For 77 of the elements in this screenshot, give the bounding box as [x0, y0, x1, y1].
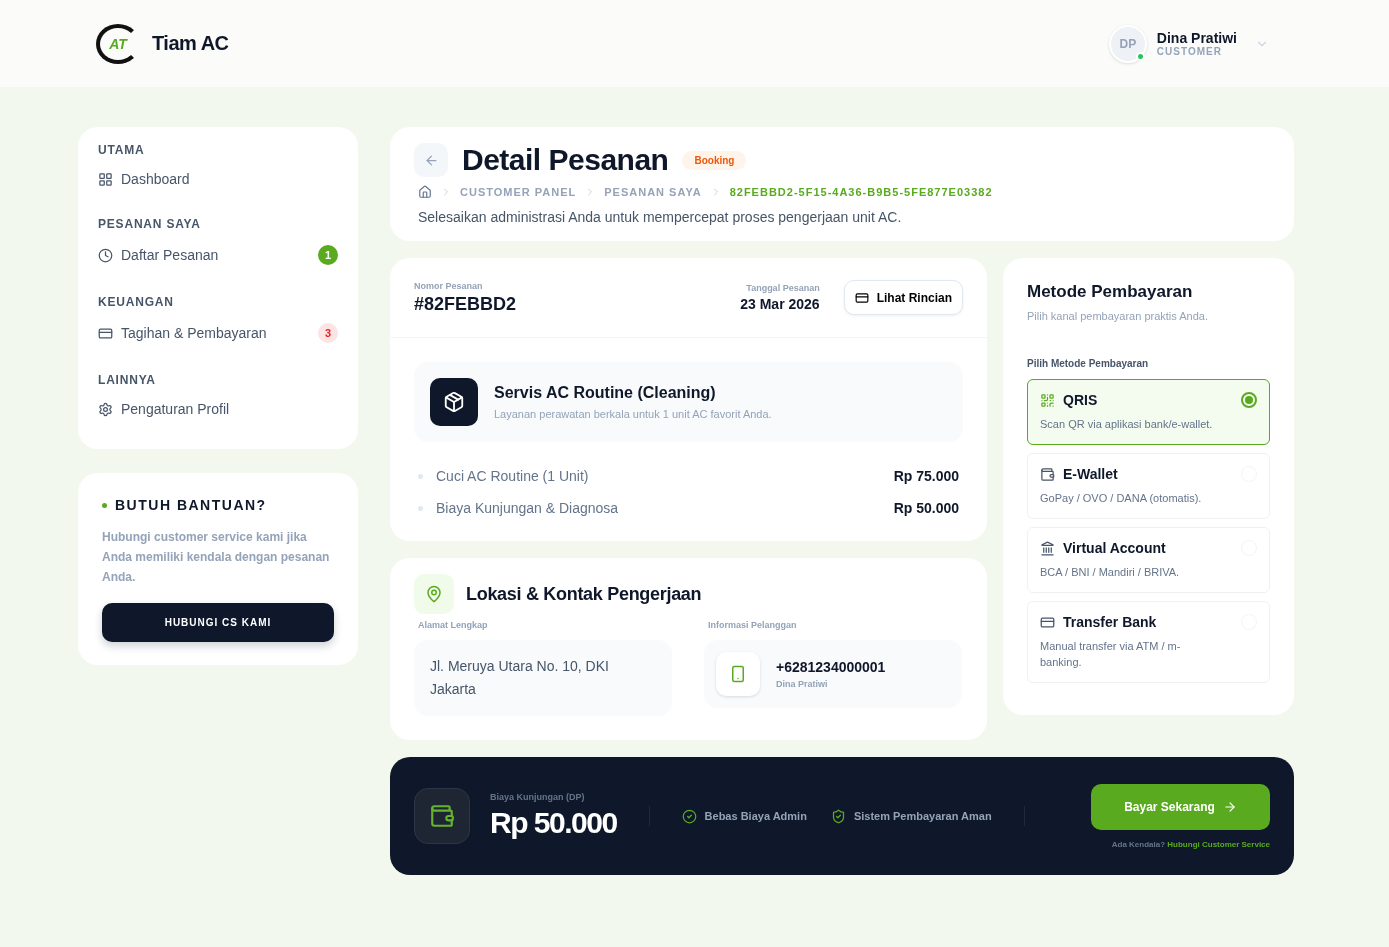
phone-icon	[716, 652, 760, 696]
order-number: #82FEBBD2	[414, 293, 518, 315]
sidebar-item[interactable]: Pengaturan Profil	[98, 401, 338, 417]
wallet-icon	[414, 788, 470, 844]
field-label: Alamat Lengkap	[418, 620, 489, 630]
avatar-initials: DP	[1119, 36, 1137, 51]
sidebar-item[interactable]: Dashboard	[98, 171, 338, 187]
sidebar-item[interactable]: Tagihan & Pembayaran 3	[98, 323, 338, 343]
user-role: CUSTOMER	[1156, 46, 1223, 57]
bullet-dot	[102, 502, 107, 508]
line-item-price: Rp 75.000	[893, 468, 959, 484]
field-label: Nomor Pesanan	[414, 280, 484, 291]
section-title: KEUANGAN	[98, 295, 175, 309]
service-name: Servis AC Routine (Cleaning)	[494, 384, 717, 402]
service-description: Layanan perawatan berkala untuk 1 unit AC favorit Anda.	[494, 408, 772, 420]
feature-icon	[681, 808, 697, 824]
method-description: GoPay / OVO / DANA (otomatis).	[1040, 491, 1203, 506]
method-icon	[1040, 466, 1055, 482]
back-button[interactable]	[414, 143, 448, 177]
method-description: Scan QR via aplikasi bank/e-wallet.	[1040, 417, 1214, 432]
section-title: LAINNYA	[98, 373, 157, 387]
field-label: Tanggal Pesanan	[745, 283, 820, 293]
field-label: Pilih Metode Pembayaran	[1027, 358, 1150, 369]
sidebar-item[interactable]: Daftar Pesanan 1	[98, 245, 338, 265]
feature-text: Bebas Biaya Admin	[704, 810, 807, 822]
bullet-dot	[418, 473, 423, 479]
page-subtitle: Selesaikan administrasi Anda untuk mempercepat proses pengerjaan unit AC.	[418, 209, 903, 225]
feature-text: Sistem Pembayaran Aman	[853, 810, 992, 822]
section-title: UTAMA	[98, 143, 146, 157]
radio-button[interactable]	[1241, 392, 1257, 408]
method-description: Manual transfer via ATM / m-banking.	[1040, 639, 1182, 670]
field-label: Informasi Pelanggan	[708, 620, 798, 630]
details-button[interactable]: Lihat Rincian	[843, 280, 963, 315]
contact-button[interactable]: HUBUNGI CS KAMI	[102, 603, 334, 642]
amount-value: Rp 50.000	[490, 806, 617, 840]
map-pin-icon	[414, 574, 454, 614]
count-badge: 3	[318, 323, 338, 343]
count-badge: 1	[318, 245, 338, 265]
section-subtitle: Pilih kanal pembayaran praktis Anda.	[1027, 310, 1209, 322]
payment-option[interactable]: Virtual Account BCA / BNI / Mandiri / BRIVA.	[1027, 527, 1270, 593]
section-title: PESANAN SAYA	[98, 217, 202, 231]
nav-icon	[98, 247, 113, 263]
card-icon	[854, 290, 869, 305]
customer-name: Dina Pratiwi	[776, 679, 829, 689]
support-link[interactable]: Hubungi Customer Service	[1167, 839, 1270, 849]
help-text: Hubungi customer service kami jika Anda memiliki kendala dengan pesanan Anda.	[102, 529, 331, 586]
method-description: BCA / BNI / Mandiri / BRIVA.	[1040, 565, 1181, 580]
method-icon	[1040, 614, 1055, 630]
method-icon	[1040, 392, 1055, 408]
nav-icon	[98, 171, 113, 187]
help-note: Ada Kendala? Hubungi Customer Service	[1110, 839, 1270, 849]
nav-icon	[98, 401, 113, 417]
line-item-label: Cuci AC Routine (1 Unit)	[436, 468, 590, 484]
nav-icon	[98, 325, 113, 341]
brand-name: Tiam AC	[152, 32, 229, 55]
user-name: Dina Pratiwi	[1156, 30, 1237, 46]
home-icon[interactable]	[418, 185, 432, 199]
page-title: Detail Pesanan	[462, 143, 669, 177]
method-icon	[1040, 540, 1055, 556]
bullet-dot	[418, 505, 423, 511]
phone-number: +6281234000001	[776, 659, 886, 675]
box-icon	[430, 378, 478, 426]
section-title: Lokasi & Kontak Pengerjaan	[466, 583, 702, 605]
status-badge: Booking	[682, 150, 747, 170]
order-date: 23 Mar 2026	[740, 296, 820, 312]
payment-option[interactable]: E-Wallet GoPay / OVO / DANA (otomatis).	[1027, 453, 1270, 519]
amount-label: Biaya Kunjungan (DP)	[490, 792, 586, 802]
payment-option[interactable]: QRIS Scan QR via aplikasi bank/e-wallet.	[1027, 379, 1270, 445]
feature-icon	[830, 808, 846, 824]
line-item-label: Biaya Kunjungan & Diagnosa	[436, 500, 620, 516]
help-title: BUTUH BANTUAN?	[115, 497, 267, 513]
arrow-right-icon	[1222, 799, 1237, 814]
section-title: Metode Pembayaran	[1027, 282, 1194, 302]
address-text: Jl. Meruya Utara No. 10, DKI Jakarta	[430, 657, 610, 699]
line-item-price: Rp 50.000	[893, 500, 959, 516]
logo-text: AT	[109, 35, 127, 52]
payment-option[interactable]: Transfer Bank Manual transfer via ATM / m-banking.	[1027, 601, 1270, 683]
